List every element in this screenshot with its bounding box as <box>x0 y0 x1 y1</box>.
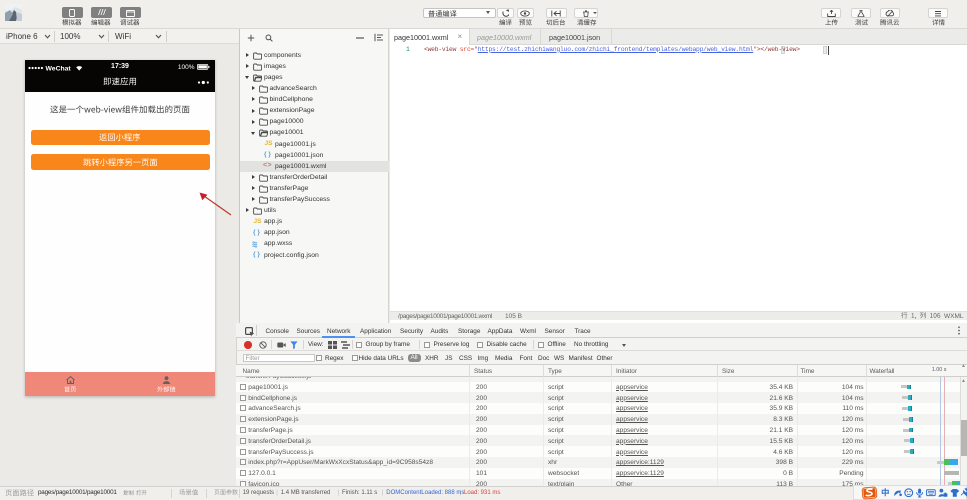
svg-text:WeChat: WeChat <box>46 65 72 72</box>
